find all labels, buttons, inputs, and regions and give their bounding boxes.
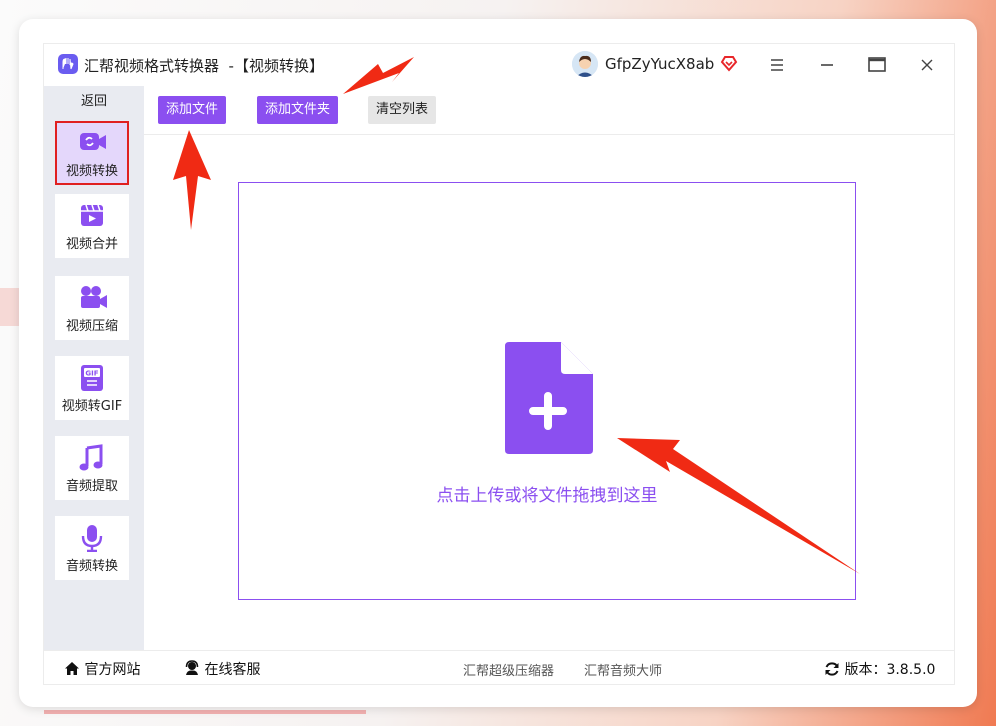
toolbar: 添加文件 添加文件夹 清空列表: [144, 86, 954, 135]
file-drop-zone[interactable]: 点击上传或将文件拖拽到这里: [238, 182, 856, 600]
maximize-icon[interactable]: [862, 52, 892, 78]
app-window: 汇帮视频格式转换器 -【视频转换】 GfpZyYucX8ab 返回 视频转换 视…: [43, 43, 955, 685]
app-title: 汇帮视频格式转换器 -【视频转换】: [84, 57, 324, 75]
refresh-icon: [825, 662, 839, 676]
gif-icon: GIF: [79, 364, 105, 391]
clear-list-button[interactable]: 清空列表: [368, 96, 437, 124]
username[interactable]: GfpZyYucX8ab: [605, 55, 714, 73]
sidebar-item-video-compress[interactable]: 视频压缩: [55, 276, 129, 340]
super-compressor-link[interactable]: 汇帮超级压缩器: [463, 660, 554, 679]
online-support-label: 在线客服: [204, 662, 261, 678]
sidebar-item-audio-convert[interactable]: 音频转换: [55, 516, 129, 580]
sidebar-item-video-convert[interactable]: 视频转换: [55, 121, 129, 185]
sidebar-item-audio-extract[interactable]: 音频提取: [55, 436, 129, 500]
sidebar-item-label: 音频转换: [65, 559, 118, 574]
version-label: 版本：3.8.5.0: [844, 662, 936, 678]
add-file-icon[interactable]: [503, 340, 593, 460]
svg-text:GIF: GIF: [85, 370, 98, 378]
sidebar-item-label: 音频提取: [65, 479, 118, 494]
add-file-button[interactable]: 添加文件: [158, 96, 227, 124]
audio-master-link[interactable]: 汇帮音频大师: [584, 660, 662, 679]
title-bar: 汇帮视频格式转换器 -【视频转换】 GfpZyYucX8ab: [44, 44, 954, 86]
app-logo-icon: [58, 54, 78, 74]
sidebar-item-label: 视频合并: [65, 237, 118, 252]
drop-zone-text: 点击上传或将文件拖拽到这里: [436, 486, 658, 506]
video-convert-icon: [79, 129, 106, 155]
official-website-label: 官方网站: [84, 662, 141, 678]
video-merge-icon: [79, 202, 105, 228]
sidebar-item-label: 视频转GIF: [61, 399, 123, 414]
vip-heart-icon[interactable]: [720, 54, 738, 76]
add-folder-button[interactable]: 添加文件夹: [257, 96, 339, 124]
version-info[interactable]: 版本：3.8.5.0: [824, 659, 935, 679]
sidebar-item-video-merge[interactable]: 视频合并: [55, 194, 129, 258]
microphone-icon: [79, 524, 105, 553]
sidebar: 返回 视频转换 视频合并 视频压缩 GIF 视频转GIF 音频提取 音频转换: [44, 86, 144, 650]
online-support-link[interactable]: 在线客服: [184, 659, 260, 679]
sidebar-item-video-to-gif[interactable]: GIF 视频转GIF: [55, 356, 129, 420]
video-camera-icon: [79, 284, 107, 310]
status-bar: 官方网站 在线客服 汇帮超级压缩器 汇帮音频大师 版本：3.8.5.0: [44, 650, 954, 684]
official-website-link[interactable]: 官方网站: [64, 659, 140, 679]
background-bar: [44, 710, 366, 714]
customer-service-icon: [185, 660, 199, 675]
avatar[interactable]: [572, 51, 598, 77]
home-icon: [65, 662, 79, 675]
hamburger-menu-icon[interactable]: [762, 52, 792, 78]
close-icon[interactable]: [912, 52, 942, 78]
music-note-icon: [79, 444, 105, 471]
back-button[interactable]: 返回: [44, 90, 144, 109]
minimize-icon[interactable]: [812, 52, 842, 78]
sidebar-item-label: 视频转换: [65, 164, 118, 179]
sidebar-item-label: 视频压缩: [65, 319, 118, 334]
